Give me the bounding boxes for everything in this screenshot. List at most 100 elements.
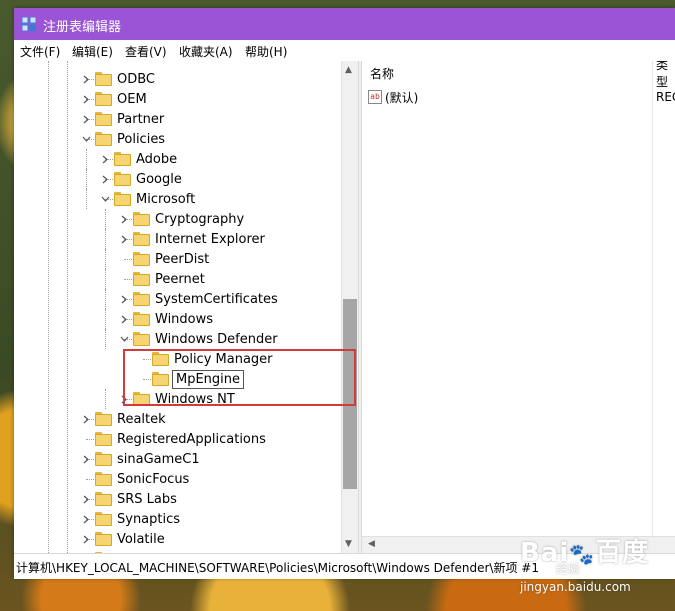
tree-item[interactable]: Partner	[80, 109, 164, 129]
chevron-right-icon[interactable]	[80, 489, 92, 509]
folder-icon	[95, 112, 112, 126]
chevron-right-icon[interactable]	[80, 449, 92, 469]
tree-item-label: ODBC	[117, 71, 156, 87]
folder-icon	[95, 92, 112, 106]
watermark-sub: 经验	[556, 562, 581, 576]
column-header-name[interactable]: 名称	[370, 61, 394, 85]
tree-item-label: Windows	[155, 311, 214, 327]
folder-icon	[95, 472, 112, 486]
tree-item[interactable]: OEM	[80, 89, 147, 109]
folder-icon	[114, 152, 131, 166]
chevron-right-icon[interactable]	[80, 89, 92, 109]
tree-item-label: Cryptography	[155, 211, 245, 227]
chevron-right-icon[interactable]	[99, 169, 111, 189]
window-title: 注册表编辑器	[43, 20, 122, 35]
chevron-right-icon[interactable]	[80, 69, 92, 89]
tree-item-label: Adobe	[136, 151, 178, 167]
folder-icon	[133, 292, 150, 306]
chevron-right-icon[interactable]	[80, 529, 92, 549]
registry-editor-window: 注册表编辑器 文件(F) 编辑(E) 查看(V) 收藏夹(A) 帮助(H) OD…	[14, 8, 675, 579]
folder-icon	[95, 132, 112, 146]
tree-item[interactable]: Windows	[118, 309, 213, 329]
menu-bar: 文件(F) 编辑(E) 查看(V) 收藏夹(A) 帮助(H)	[14, 40, 675, 62]
tree-item[interactable]: Realtek	[80, 409, 166, 429]
tree-item[interactable]: Google	[99, 169, 182, 189]
key-tree[interactable]: ODBC OEM Partner Policies Adobe Google Microso…	[14, 61, 358, 553]
folder-icon	[114, 172, 131, 186]
chevron-right-icon[interactable]	[99, 149, 111, 169]
tree-item-label: OEM	[117, 91, 147, 107]
tree-item-label: Peernet	[155, 271, 205, 287]
chevron-down-icon[interactable]	[118, 329, 130, 349]
tree-item[interactable]: Internet Explorer	[118, 229, 265, 249]
tree-item[interactable]: SystemCertificates	[118, 289, 278, 309]
tree-item[interactable]: Microsoft	[99, 189, 195, 209]
status-path: 计算机\HKEY_LOCAL_MACHINE\SOFTWARE\Policies…	[16, 561, 539, 575]
baidu-logo: Bai🐾百度	[520, 538, 650, 568]
tree-item[interactable]: SonicFocus	[80, 469, 189, 489]
chevron-right-icon[interactable]	[80, 109, 92, 129]
menu-help[interactable]: 帮助(H)	[245, 43, 287, 60]
menu-view[interactable]: 查看(V)	[125, 43, 167, 60]
tree-item[interactable]: Volatile	[80, 529, 165, 549]
chevron-right-icon[interactable]	[118, 229, 130, 249]
chevron-right-icon[interactable]	[118, 209, 130, 229]
folder-icon	[133, 252, 150, 266]
folder-icon	[95, 412, 112, 426]
title-bar[interactable]: 注册表编辑器	[14, 8, 675, 40]
tree-item[interactable]: sinaGameC1	[80, 449, 200, 469]
tree-item[interactable]: Cryptography	[118, 209, 244, 229]
value-name: (默认)	[385, 90, 419, 105]
menu-favorites[interactable]: 收藏夹(A)	[179, 43, 233, 60]
column-header-type[interactable]: 类型	[656, 61, 675, 89]
folder-icon	[95, 512, 112, 526]
chevron-right-icon[interactable]	[118, 289, 130, 309]
tree-item[interactable]: RegisteredApplications	[80, 429, 266, 449]
tree-item[interactable]: Synaptics	[80, 509, 180, 529]
value-row[interactable]: ab (默认)	[368, 87, 418, 107]
menu-file[interactable]: 文件(F)	[20, 43, 60, 60]
folder-icon	[95, 532, 112, 546]
menu-edit[interactable]: 编辑(E)	[72, 43, 113, 60]
chevron-right-icon[interactable]	[118, 309, 130, 329]
value-type: REG	[656, 90, 675, 104]
tree-item[interactable]: Windows Defender	[118, 329, 278, 349]
tree-item-label: Windows Defender	[155, 331, 278, 347]
tree-item-label: Policies	[117, 131, 166, 147]
tree-item-label: Microsoft	[136, 191, 196, 207]
tree-item-label: SRS Labs	[117, 491, 177, 507]
tree-item[interactable]: PeerDist	[118, 249, 209, 269]
value-list[interactable]: 名称 类型 ab (默认) REG	[362, 61, 675, 553]
folder-icon	[133, 312, 150, 326]
tree-item[interactable]: ODBC	[80, 69, 155, 89]
chevron-down-icon[interactable]	[99, 189, 111, 209]
tree-item-label: Realtek	[117, 411, 166, 427]
folder-icon	[133, 232, 150, 246]
chevron-right-icon[interactable]	[80, 409, 92, 429]
tree-item[interactable]: Adobe	[99, 149, 177, 169]
folder-icon	[133, 212, 150, 226]
folder-icon	[95, 452, 112, 466]
scroll-down-arrow-icon[interactable]: ▼	[345, 539, 352, 549]
baidu-watermark: Bai🐾百度 经验 jingyan.baidu.com	[520, 532, 650, 594]
scroll-left-arrow-icon[interactable]: ◀	[368, 539, 375, 549]
tree-vertical-scrollbar[interactable]: ▲ ▼	[341, 61, 359, 553]
folder-icon	[133, 272, 150, 286]
chevron-down-icon[interactable]	[80, 129, 92, 149]
tree-item[interactable]: SRS Labs	[80, 489, 177, 509]
column-separator	[652, 61, 653, 553]
tree-item-label: PeerDist	[155, 251, 210, 267]
tree-item-label: RegisteredApplications	[117, 431, 266, 447]
folder-icon	[95, 492, 112, 506]
chevron-right-icon[interactable]	[80, 509, 92, 529]
tree-item[interactable]: Policies	[80, 129, 165, 149]
tree-item-label: Google	[136, 171, 182, 187]
tree-item-label: Synaptics	[117, 511, 181, 527]
scroll-up-arrow-icon[interactable]: ▲	[345, 65, 352, 75]
tree-item[interactable]: Peernet	[118, 269, 205, 289]
tree-item-label: Volatile	[117, 531, 165, 547]
tree-item-label: SonicFocus	[117, 471, 190, 487]
